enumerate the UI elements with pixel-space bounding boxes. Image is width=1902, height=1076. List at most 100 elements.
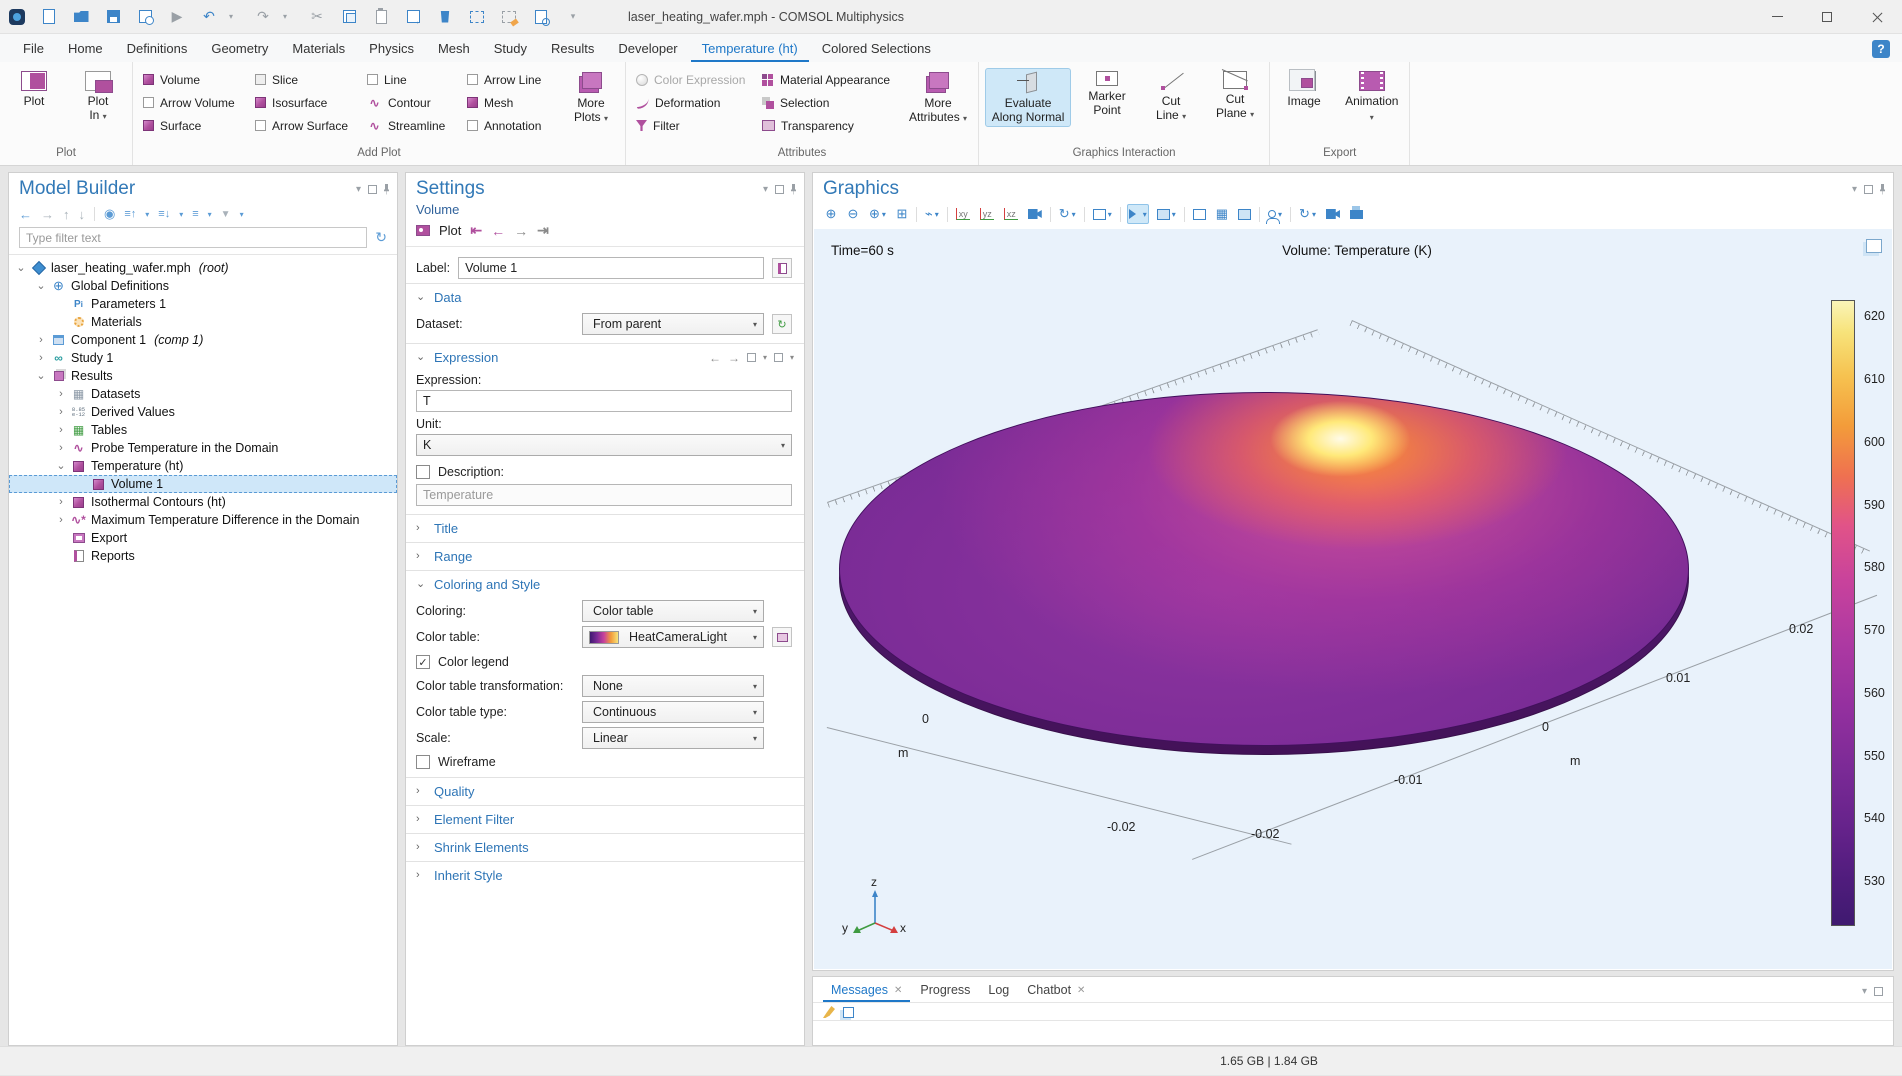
expression-section-header[interactable]: ⌄ Expression ← → ▾ ▾ (406, 344, 804, 371)
coloring-select[interactable]: Color table ▾ (582, 600, 764, 622)
zoom-out-icon[interactable]: ⊖ (845, 204, 861, 224)
panel-menu-icon[interactable]: ▾ (763, 184, 768, 195)
select-box-icon[interactable] (468, 8, 486, 26)
quality-section-header[interactable]: › Quality (406, 778, 804, 805)
tree-item-export[interactable]: Export (9, 529, 397, 547)
tree-item-materials[interactable]: Materials (9, 313, 397, 331)
duplicate-icon[interactable] (404, 8, 422, 26)
insert-expression-icon[interactable] (774, 353, 783, 362)
zoom-box-icon[interactable]: ⊕▾ (867, 204, 888, 224)
cut-line-button[interactable]: Cut Line ▾ (1143, 68, 1199, 127)
menu-results[interactable]: Results (540, 37, 605, 62)
tree-item-study[interactable]: › ∞ Study 1 (9, 349, 397, 367)
deformation-button[interactable]: Deformation (632, 91, 750, 114)
tree-item-isothermal-contours[interactable]: › Isothermal Contours (ht) (9, 493, 397, 511)
scene-settings-icon[interactable]: ▾ (1091, 204, 1114, 224)
material-appearance-button[interactable]: Material Appearance (758, 68, 896, 91)
tree-item-component[interactable]: › Component 1 (comp 1) (9, 331, 397, 349)
pin-panel-icon[interactable] (1880, 184, 1885, 195)
undo-caret-icon[interactable]: ▾ (222, 8, 240, 26)
data-section-header[interactable]: ⌄ Data (406, 284, 804, 311)
node-order-icon[interactable]: ≡ (192, 208, 198, 220)
view-yz-icon[interactable]: yz (978, 204, 996, 224)
tree-item-volume-1[interactable]: Volume 1 (9, 475, 397, 493)
expander-icon[interactable]: › (36, 335, 46, 345)
menu-developer[interactable]: Developer (607, 37, 688, 62)
wireframe-checkbox[interactable] (416, 755, 430, 769)
tab-progress[interactable]: Progress (912, 980, 978, 1002)
description-checkbox[interactable] (416, 465, 430, 479)
coloring-style-header[interactable]: ⌄ Coloring and Style (406, 571, 804, 598)
add-arrow-line-button[interactable]: Arrow Line (463, 68, 555, 91)
export-image-button[interactable]: Image (1276, 68, 1332, 111)
open-file-icon[interactable] (72, 8, 90, 26)
undo-icon[interactable]: ↶ (200, 8, 218, 26)
snapshot-icon[interactable] (1324, 204, 1342, 224)
close-button[interactable] (1852, 0, 1902, 34)
float-panel-icon[interactable] (1864, 185, 1873, 194)
chevron-down-icon[interactable]: ▾ (763, 353, 767, 362)
plot-last-icon[interactable]: ⇥ (537, 222, 549, 239)
menu-file[interactable]: File (12, 37, 55, 62)
tree-item-tables[interactable]: › ▦ Tables (9, 421, 397, 439)
tab-log[interactable]: Log (980, 980, 1017, 1002)
color-table-browse-icon[interactable] (772, 627, 792, 647)
expander-icon[interactable]: ⌄ (36, 281, 46, 291)
more-attributes-button[interactable]: More Attributes ▾ (904, 68, 972, 129)
show-in-model-icon[interactable] (772, 258, 792, 278)
menu-study[interactable]: Study (483, 37, 538, 62)
clear-messages-icon[interactable] (823, 1006, 835, 1018)
view-xz-icon[interactable]: xz (1002, 204, 1020, 224)
float-panel-icon[interactable] (775, 185, 784, 194)
add-streamline-button[interactable]: ∿Streamline (363, 114, 455, 137)
add-contour-button[interactable]: ∿Contour (363, 91, 455, 114)
more-plots-button[interactable]: More Plots ▾ (563, 68, 619, 129)
element-filter-section-header[interactable]: › Element Filter (406, 806, 804, 833)
rotate-icon[interactable]: ↻▾ (1057, 204, 1078, 224)
paste-icon[interactable] (372, 8, 390, 26)
expander-icon[interactable]: › (56, 443, 66, 453)
expander-icon[interactable]: › (56, 497, 66, 507)
panel-menu-icon[interactable]: ▾ (1852, 184, 1857, 195)
table-view-icon[interactable]: ▦ (1214, 204, 1230, 224)
tab-chatbot[interactable]: Chatbot ✕ (1019, 980, 1093, 1002)
expander-icon[interactable]: › (56, 389, 66, 399)
expression-input[interactable] (416, 390, 792, 412)
menu-home[interactable]: Home (57, 37, 114, 62)
go-forward-icon[interactable]: → (41, 207, 54, 222)
float-panel-icon[interactable] (368, 185, 377, 194)
scale-select[interactable]: Linear ▾ (582, 727, 764, 749)
plot-next-icon[interactable]: → (514, 223, 528, 239)
transparency-button[interactable]: Transparency (758, 114, 896, 137)
menu-geometry[interactable]: Geometry (200, 37, 279, 62)
tree-item-reports[interactable]: Reports (9, 547, 397, 565)
plot-previous-icon[interactable]: ← (491, 223, 505, 239)
add-annotation-button[interactable]: Annotation (463, 114, 555, 137)
menu-physics[interactable]: Physics (358, 37, 425, 62)
tree-item-datasets[interactable]: › ▦ Datasets (9, 385, 397, 403)
close-tab-icon[interactable]: ✕ (1077, 985, 1085, 996)
collapse-all-icon[interactable]: ≡↓ (158, 208, 170, 220)
close-tab-icon[interactable]: ✕ (894, 985, 902, 996)
copy-icon[interactable] (340, 8, 358, 26)
expander-icon[interactable]: › (56, 425, 66, 435)
expr-next-icon[interactable]: → (728, 351, 740, 365)
selection-button[interactable]: Selection (758, 91, 896, 114)
pin-panel-icon[interactable] (384, 184, 389, 195)
settings-plot-button[interactable]: Plot (439, 223, 461, 238)
export-animation-button[interactable]: Animation ▾ (1340, 68, 1403, 128)
float-panel-icon[interactable] (1874, 987, 1883, 996)
sound-icon[interactable]: ▾ (1127, 204, 1149, 224)
unit-select[interactable]: K ▾ (416, 434, 792, 456)
panel-menu-icon[interactable]: ▾ (356, 184, 361, 195)
pin-panel-icon[interactable] (791, 184, 796, 195)
zoom-extents-icon[interactable]: ⊞ (894, 204, 910, 224)
add-arrow-surface-button[interactable]: Arrow Surface (251, 114, 355, 137)
menu-definitions[interactable]: Definitions (116, 37, 199, 62)
tree-filter-input[interactable] (19, 227, 367, 248)
redo-caret-icon[interactable]: ▾ (276, 8, 294, 26)
range-section-header[interactable]: › Range (406, 543, 804, 570)
window-layout-icon[interactable]: ▾ (1155, 204, 1178, 224)
plot-canvas[interactable]: Time=60 s Volume: Temperature (K) 0.02 0… (814, 229, 1892, 969)
qat-overflow-icon[interactable]: ▾ (564, 8, 582, 26)
